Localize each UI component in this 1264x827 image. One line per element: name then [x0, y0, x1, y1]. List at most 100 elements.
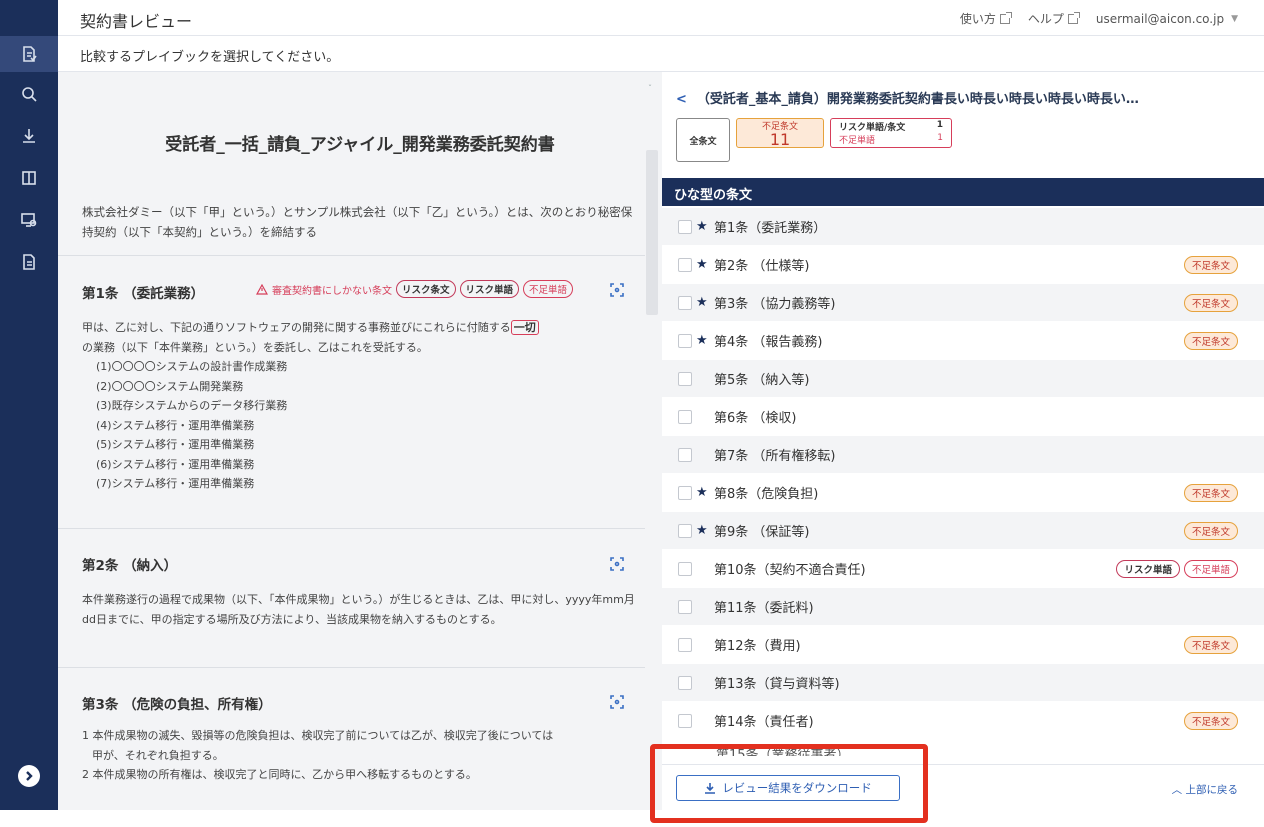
warning-icon [256, 283, 268, 295]
clause-row[interactable]: 第14条（責任者) 不足条文 [662, 702, 1264, 740]
important-star-icon: ★ [696, 295, 708, 310]
clause-tags: 不足条文 [1183, 331, 1238, 350]
important-star-icon: ★ [696, 219, 708, 234]
clause-checkbox[interactable] [678, 561, 692, 576]
important-star-icon: ★ [696, 523, 708, 538]
focus-icon[interactable] [610, 694, 624, 709]
review-icon[interactable] [0, 36, 58, 72]
help-link[interactable]: ヘルプ [1027, 10, 1080, 27]
scroll-up-icon[interactable]: ˇ [648, 84, 652, 93]
clause-label: 第1条（委託業務） [714, 221, 827, 236]
playbook-prompt-bar[interactable]: 比較するプレイブックを選択してください。 [58, 36, 1264, 72]
clause-row[interactable]: ★ 第2条 （仕様等) 不足条文 [662, 246, 1264, 284]
compare-icon[interactable] [0, 160, 58, 196]
important-star-icon: ★ [696, 485, 708, 500]
filter-missing-clauses[interactable]: 不足条文 11 [736, 118, 824, 148]
divider [58, 667, 646, 668]
clause-row[interactable]: ★ 第9条 （保証等) 不足条文 [662, 512, 1264, 550]
missing-word-count: 1 [937, 133, 943, 143]
clause-checkbox[interactable] [678, 333, 692, 348]
missing-clause-tag: 不足条文 [1183, 521, 1238, 540]
clause-row[interactable]: 第10条（契約不適合責任) リスク単語 不足単語 [662, 550, 1264, 588]
clause-checkbox[interactable] [678, 713, 692, 728]
playbook-prompt: 比較するプレイブックを選択してください。 [80, 50, 340, 65]
filter-risk[interactable]: リスク単語/条文 1 不足単語 1 [830, 118, 952, 148]
article-2-heading: 第2条 （納入） [82, 558, 178, 574]
back-to-top-label: 上部に戻る [1185, 784, 1239, 796]
article-3-heading: 第3条 （危険の負担、所有権） [82, 697, 272, 713]
all-clauses-label: 全条文 [689, 136, 717, 147]
clause-checkbox[interactable] [678, 409, 692, 424]
clause-label: 第2条 （仕様等) [714, 259, 810, 274]
download-icon[interactable] [0, 118, 58, 154]
article-1-heading: 第1条 （委託業務） [82, 286, 205, 302]
monitor-icon[interactable] [0, 202, 58, 238]
only-in-contract-warning: 審査契約書にしかない条文 リスク条文 リスク単語 不足単語 [256, 280, 574, 298]
clause-row[interactable]: 第12条（費用) 不足条文 [662, 626, 1264, 664]
clause-row[interactable]: ★ 第3条 （協力義務等) 不足条文 [662, 284, 1264, 322]
how-to-link[interactable]: 使い方 [959, 10, 1012, 27]
summary-filters: 全条文 不足条文 11 リスク単語/条文 1 不足単語 1 [676, 118, 952, 162]
clause-label: 第11条（委託料) [714, 601, 814, 616]
clause-row[interactable]: 第13条（貸与資料等) [662, 664, 1264, 702]
clause-checkbox[interactable] [678, 257, 692, 272]
clause-tags: 不足条文 [1183, 255, 1238, 274]
clause-row[interactable]: 第7条 （所有権移転) [662, 436, 1264, 474]
clause-checkbox[interactable] [678, 675, 692, 690]
article-3-line: 1 本件成果物の滅失、毀損等の危険負担は、検収完了前については乙が、検収完了後に… [82, 729, 554, 742]
clause-label: 第13条（貸与資料等) [714, 677, 840, 692]
clause-label: 第14条（責任者) [714, 715, 814, 730]
user-menu[interactable]: usermail@aicon.co.jp ▼ [1096, 12, 1238, 26]
clause-checkbox[interactable] [678, 637, 692, 652]
user-email: usermail@aicon.co.jp [1095, 11, 1225, 26]
focus-icon[interactable] [610, 282, 624, 297]
document-title: 受託者_一括_請負_アジャイル_開発業務委託契約書 [165, 135, 555, 155]
document-scrollbar-thumb[interactable] [646, 150, 658, 315]
document-icon[interactable] [0, 244, 58, 280]
clause-checkbox[interactable] [678, 599, 692, 614]
clause-checkbox[interactable] [678, 485, 692, 500]
focus-icon[interactable] [610, 556, 624, 571]
clause-checkbox[interactable] [678, 219, 692, 234]
clause-tags: 不足条文 [1183, 711, 1238, 730]
article-1-item: (2)〇〇〇〇システム開発業務 [96, 379, 244, 393]
clause-row[interactable]: 第6条 （検収) [662, 398, 1264, 436]
filter-all-clauses[interactable]: 全条文 [676, 118, 730, 162]
back-to-top-link[interactable]: ︿ 上部に戻る [1172, 782, 1238, 797]
clause-row[interactable]: ★ 第8条（危険負担) 不足条文 [662, 474, 1264, 512]
clause-row[interactable]: 第11条（委託料) [662, 588, 1264, 626]
search-icon[interactable] [0, 76, 58, 112]
important-star-icon: ★ [696, 257, 708, 272]
article-1-item: (5)システム移行・運用準備業務 [96, 438, 255, 451]
clause-row[interactable]: ★ 第1条（委託業務） [662, 208, 1264, 246]
clause-label: 第4条 （報告義務) [714, 335, 823, 350]
contract-document-pane: 受託者_一括_請負_アジャイル_開発業務委託契約書 株式会社ダミー（以下「甲」と… [58, 72, 662, 810]
back-chevron-icon[interactable]: < [676, 92, 687, 107]
playbook-title: < （受託者_基本_請負）開発業務委託契約書長い時長い時長い時長い時長い… [676, 88, 1256, 107]
external-link-icon [1067, 11, 1080, 24]
risk-label: リスク単語/条文 [839, 123, 906, 133]
clause-row[interactable]: 第5条 （納入等) [662, 360, 1264, 398]
missing-clause-tag: 不足条文 [1183, 483, 1238, 502]
expand-sidebar-icon[interactable] [18, 765, 40, 787]
article-1-item: (7)システム移行・運用準備業務 [96, 477, 255, 490]
risk-word-tag: リスク単語 [1116, 559, 1180, 578]
clause-tags: 不足条文 [1183, 635, 1238, 654]
clause-checkbox[interactable] [678, 447, 692, 462]
missing-clause-tag: 不足条文 [1183, 635, 1238, 654]
missing-clause-tag: 不足条文 [1183, 293, 1238, 312]
help-label: ヘルプ [1027, 12, 1064, 26]
clause-checkbox[interactable] [678, 523, 692, 538]
highlighted-risk-word[interactable]: 一切 [510, 320, 539, 335]
clause-checkbox[interactable] [678, 295, 692, 310]
clause-row[interactable]: ★ 第4条 （報告義務) 不足条文 [662, 322, 1264, 360]
how-to-label: 使い方 [959, 12, 996, 26]
article-2-body: 本件業務遂行の過程で成果物（以下、「本件成果物」という。）が生じるときは、乙は、… [82, 593, 635, 626]
article-1-text-post: の業務（以下「本件業務」という。）を委託し、乙はこれを受託する。 [82, 340, 428, 354]
header-links: 使い方 ヘルプ usermail@aicon.co.jp ▼ [960, 10, 1238, 27]
missing-clause-tag: 不足条文 [1183, 255, 1238, 274]
clause-checkbox[interactable] [678, 371, 692, 386]
risk-count: 1 [936, 120, 943, 130]
warning-text: 審査契約書にしかない条文 [272, 285, 392, 297]
clause-label: 第9条 （保証等) [714, 525, 810, 540]
